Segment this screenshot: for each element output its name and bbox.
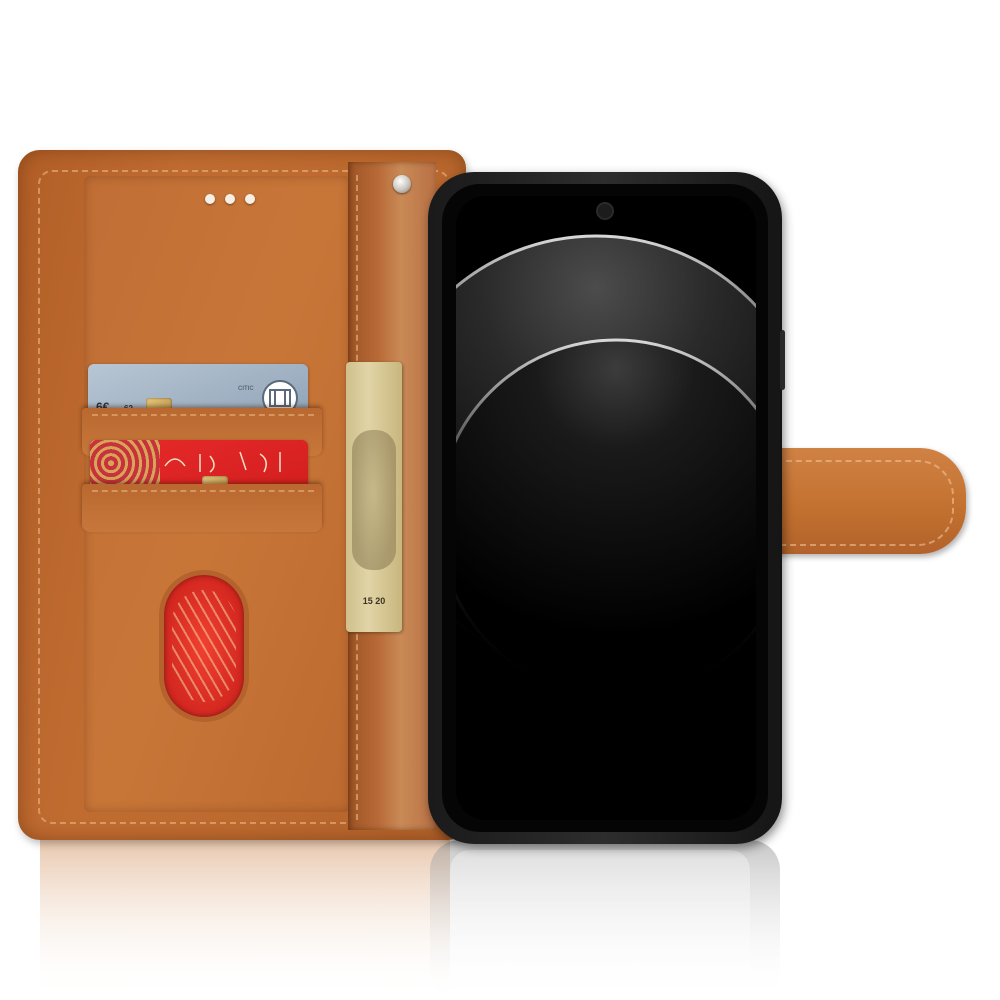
red-card-calligraphy xyxy=(164,451,281,473)
phone-screen xyxy=(456,196,756,820)
card-logo-text: CITIC xyxy=(238,386,254,392)
slot-2-stitching xyxy=(92,490,314,492)
metal-rivet xyxy=(393,175,411,193)
product-reflection xyxy=(40,840,780,1000)
banknote-portrait xyxy=(352,430,396,570)
slot-1-stitching xyxy=(92,414,314,416)
front-camera-icon xyxy=(598,204,612,218)
strap-stitching xyxy=(760,460,954,546)
window-red-insert xyxy=(172,590,236,702)
wallpaper-orbs xyxy=(456,196,756,820)
lanyard-holes xyxy=(205,194,265,206)
side-button xyxy=(780,330,785,390)
banknote-serial: 15 20 xyxy=(362,596,386,606)
